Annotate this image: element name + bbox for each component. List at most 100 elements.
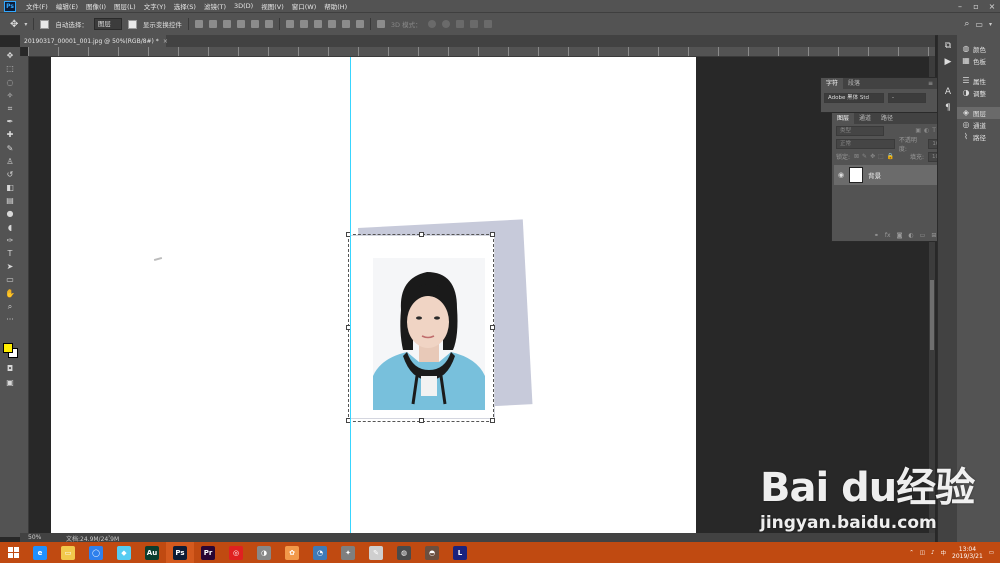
clone-stamp-tool-icon[interactable]: ♙ [4, 157, 16, 166]
taskbar-app[interactable]: ✿ [278, 542, 306, 563]
align-top-icon[interactable] [194, 20, 203, 28]
menu-image[interactable]: 图像(I) [82, 1, 110, 11]
link-layers-icon[interactable]: ⚭ [874, 232, 879, 239]
document-tab[interactable]: 20190317_00001_001.jpg @ 50%(RGB/8#) * × [20, 35, 168, 47]
dock-item-channels[interactable]: ◎ 通道 [957, 119, 1000, 131]
healing-brush-tool-icon[interactable]: ✚ [4, 130, 16, 139]
brush-tool-icon[interactable]: ✎ [4, 144, 16, 153]
notification-icon[interactable]: ▭ [989, 550, 994, 556]
tab-character[interactable]: 字符 [821, 78, 844, 89]
chevron-down-icon[interactable]: ▾ [989, 21, 992, 28]
minimize-icon[interactable]: – [952, 2, 968, 11]
pen-tool-icon[interactable]: ✑ [4, 236, 16, 245]
layer-mask-icon[interactable]: ◙ [897, 232, 903, 239]
taskbar-app[interactable]: ◯ [82, 542, 110, 563]
distribute-left-icon[interactable] [327, 20, 336, 28]
distribute-hcenter-icon[interactable] [341, 20, 350, 28]
menu-select[interactable]: 选择(S) [170, 1, 200, 11]
hand-tool-icon[interactable]: ✋ [4, 289, 16, 298]
menu-edit[interactable]: 编辑(E) [52, 1, 82, 11]
dock-item-properties[interactable]: ☰ 属性 [957, 75, 1000, 87]
tab-channels[interactable]: 通道 [854, 113, 876, 124]
shape-tool-icon[interactable]: ▭ [4, 275, 16, 284]
character-icon[interactable]: A [943, 87, 953, 97]
lasso-tool-icon[interactable]: ◌ [4, 78, 16, 87]
maximize-icon[interactable]: ▫ [968, 2, 984, 11]
show-transform-checkbox[interactable] [127, 19, 137, 29]
move-tool-icon[interactable]: ✥ [10, 19, 18, 30]
taskbar-app[interactable]: ◎ [222, 542, 250, 563]
taskbar-app[interactable]: ✦ [334, 542, 362, 563]
menu-window[interactable]: 窗口(W) [288, 1, 321, 11]
document-canvas[interactable] [51, 57, 696, 533]
dock-item-swatches[interactable]: ▦ 色板 [957, 55, 1000, 67]
magic-wand-tool-icon[interactable]: ✧ [4, 91, 16, 100]
panel-menu-icon[interactable]: ≡ [928, 80, 937, 87]
actions-icon[interactable]: ▶ [943, 57, 953, 67]
align-left-icon[interactable] [236, 20, 245, 28]
menu-help[interactable]: 帮助(H) [320, 1, 351, 11]
volume-icon[interactable]: ♪ [931, 550, 935, 556]
transform-handle[interactable] [419, 232, 424, 237]
align-bottom-icon[interactable] [222, 20, 231, 28]
menu-view[interactable]: 视图(V) [257, 1, 288, 11]
dock-item-adjustments[interactable]: ◑ 调整 [957, 87, 1000, 99]
transform-handle[interactable] [490, 325, 495, 330]
type-tool-icon[interactable]: T [4, 249, 16, 258]
auto-align-icon[interactable] [376, 20, 385, 28]
network-icon[interactable]: ◫ [920, 550, 925, 556]
menu-type[interactable]: 文字(Y) [140, 1, 170, 11]
taskbar-app[interactable]: ◓ [418, 542, 446, 563]
transform-handle[interactable] [419, 418, 424, 423]
taskbar-app[interactable]: e [26, 542, 54, 563]
crop-tool-icon[interactable]: ⌗ [4, 104, 16, 113]
workspace-icon[interactable]: ▭ [975, 20, 983, 29]
history-brush-tool-icon[interactable]: ↺ [4, 170, 16, 179]
tab-paragraph[interactable]: 段落 [843, 78, 865, 89]
blend-mode-dropdown[interactable]: 正常 [836, 138, 895, 149]
3d-pan-icon[interactable] [455, 20, 464, 28]
history-icon[interactable]: ⧉ [943, 41, 953, 51]
new-layer-icon[interactable]: ⊞ [931, 232, 936, 239]
3d-roll-icon[interactable] [441, 20, 450, 28]
tab-paths[interactable]: 路径 [876, 113, 898, 124]
zoom-level[interactable]: 50% [28, 534, 41, 541]
layer-name[interactable]: 背景 [868, 170, 881, 180]
vertical-guide[interactable] [350, 57, 351, 533]
ime-icon[interactable]: 中 [941, 549, 947, 557]
distribute-vcenter-icon[interactable] [299, 20, 308, 28]
menu-3d[interactable]: 3D(D) [230, 2, 257, 10]
foreground-color-swatch[interactable] [3, 343, 13, 353]
blur-tool-icon[interactable]: ● [4, 209, 16, 218]
transform-handle[interactable] [490, 418, 495, 423]
taskbar-app[interactable]: ◆ [110, 542, 138, 563]
eraser-tool-icon[interactable]: ◧ [4, 183, 16, 192]
taskbar-app[interactable]: L [446, 542, 474, 563]
zoom-tool-icon[interactable]: ⌕ [4, 302, 16, 311]
eye-icon[interactable]: ◉ [838, 171, 844, 179]
clock[interactable]: 13:04 2019/3/21 [952, 546, 983, 560]
close-icon[interactable]: × [984, 2, 1000, 11]
menu-file[interactable]: 文件(F) [22, 1, 52, 11]
distribute-right-icon[interactable] [355, 20, 364, 28]
taskbar-app[interactable]: Au [138, 542, 166, 563]
transform-bounding-box[interactable] [346, 232, 495, 423]
screen-mode-icon[interactable]: ▣ [4, 378, 16, 387]
more-tools-icon[interactable]: ··· [4, 315, 16, 324]
taskbar-app[interactable]: ▭ [54, 542, 82, 563]
menu-layer[interactable]: 图层(L) [110, 1, 140, 11]
marquee-tool-icon[interactable]: ⬚ [4, 64, 16, 73]
auto-select-dropdown[interactable]: 图层 [93, 18, 122, 30]
menu-filter[interactable]: 滤镜(T) [200, 1, 230, 11]
layer-filter-dropdown[interactable]: 类型 [836, 125, 884, 136]
eyedropper-tool-icon[interactable]: ✒ [4, 117, 16, 126]
3d-scale-icon[interactable] [483, 20, 492, 28]
dock-item-color[interactable]: ◍ 颜色 [957, 43, 1000, 55]
adjustment-layer-icon[interactable]: ◐ [908, 232, 913, 239]
3d-slide-icon[interactable] [469, 20, 478, 28]
quick-mask-icon[interactable]: ◘ [4, 364, 16, 373]
taskbar-app[interactable]: ◍ [390, 542, 418, 563]
3d-rotate-icon[interactable] [427, 20, 436, 28]
dock-item-paths[interactable]: ⌇ 路径 [957, 131, 1000, 143]
search-icon[interactable]: ⌕ [964, 19, 969, 29]
